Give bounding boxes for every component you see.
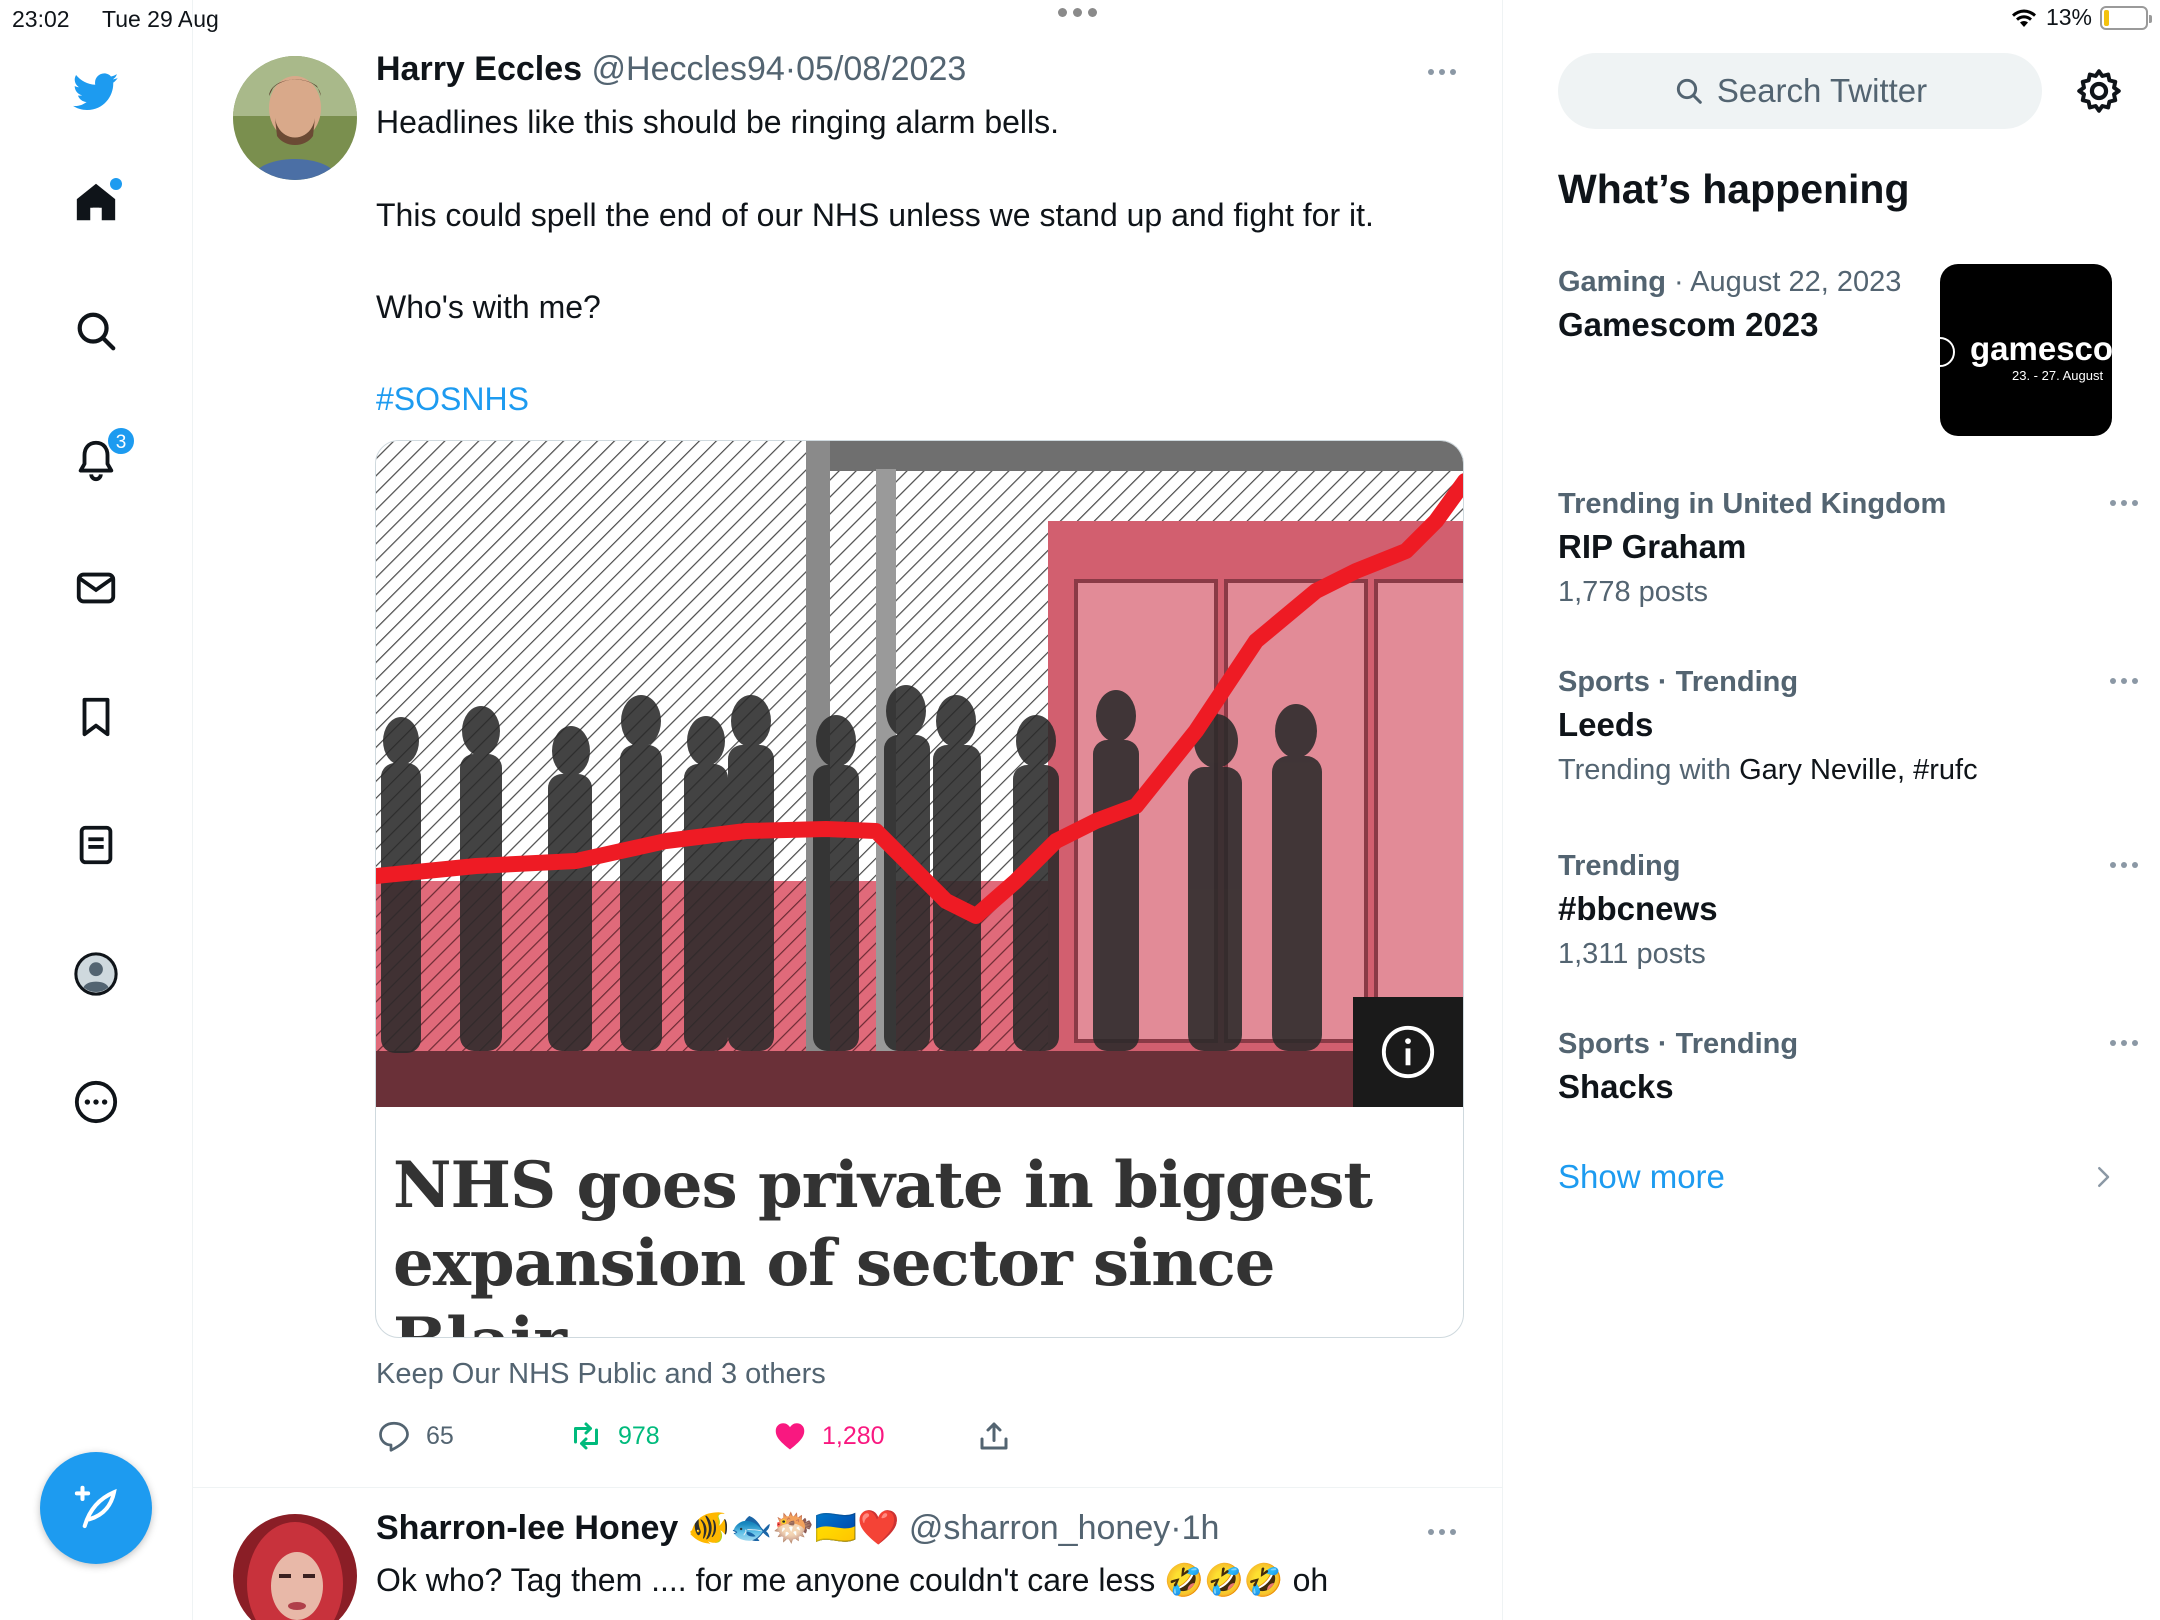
link-card[interactable]: NHS goes private in biggest expansion of…	[375, 440, 1464, 1338]
home-unread-dot	[110, 178, 122, 190]
gamescom-wordmark: gamesco	[1970, 330, 2112, 367]
tweet-actions: 65 978 1,280	[376, 1418, 1076, 1458]
lists-icon	[79, 825, 113, 865]
tweet[interactable]: Sharron-lee Honey 🐠🐟🐡🇺🇦❤️ @sharron_honey…	[193, 1488, 1503, 1620]
trend-category: Sports · Trending	[1558, 666, 1799, 698]
trend-more-menu[interactable]	[2110, 862, 2138, 868]
right-sidebar: Search Twitter What’s happening Gaming ·…	[1504, 0, 2160, 1620]
trend-category: Sports · Trending	[1558, 1028, 1799, 1060]
tweet-time[interactable]: 1h	[1182, 1509, 1220, 1547]
card-headline-line: expansion of sector since Blair	[393, 1226, 1276, 1337]
tweet-author-avatar[interactable]	[233, 1514, 357, 1620]
tweet-author-handle[interactable]: @Heccles94	[592, 50, 785, 88]
card-headline: NHS goes private in biggest expansion of…	[393, 1147, 1453, 1337]
trend-category: Trending	[1558, 850, 1681, 882]
tweet-more-menu[interactable]	[1428, 69, 1456, 75]
tweet-author-avatar[interactable]	[233, 56, 357, 180]
tweet-text-line: Headlines like this should be ringing al…	[376, 104, 1060, 140]
whats-happening-title: What’s happening	[1558, 166, 1910, 212]
tweet-text: Ok who? Tag them .... for me anyone coul…	[376, 1562, 1329, 1598]
trend-thumbnail[interactable]: gamesco 23. - 27. August	[1940, 264, 2112, 436]
search-twitter-field[interactable]: Search Twitter	[1558, 53, 2042, 129]
nav-home[interactable]	[66, 172, 126, 232]
nav-notifications[interactable]: 3	[66, 426, 136, 490]
trend-item[interactable]: Trending in United Kingdom RIP Graham 1,…	[1558, 484, 2138, 614]
trend-category: Trending in United Kingdom	[1558, 488, 1947, 520]
tweet-author-handle[interactable]: @sharron_honey	[909, 1509, 1170, 1547]
more-circle-icon	[74, 1080, 118, 1124]
trend-item[interactable]: Trending #bbcnews 1,311 posts	[1558, 846, 2138, 976]
trend-more-menu[interactable]	[2110, 1040, 2138, 1046]
card-headline-line: NHS goes private in biggest	[393, 1148, 1373, 1223]
author-emojis: 🐠🐟🐡🇺🇦❤️	[687, 1509, 900, 1547]
bookmark-icon	[82, 697, 110, 737]
notifications-badge: 3	[106, 426, 136, 456]
twitter-bird-icon	[73, 73, 119, 111]
avatar-photo	[233, 1514, 357, 1620]
trend-item[interactable]: Sports · Trending Leeds Trending with Ga…	[1558, 662, 2138, 792]
nav-more[interactable]	[66, 1072, 126, 1132]
reply-button[interactable]: 65	[376, 1418, 454, 1454]
avatar-photo	[233, 56, 357, 180]
search-placeholder: Search Twitter	[1716, 72, 1928, 109]
card-info-button[interactable]	[1353, 997, 1463, 1107]
trend-post-count: 1,778 posts	[1558, 576, 1708, 608]
retweet-count: 978	[618, 1421, 660, 1450]
trend-topic: #bbcnews	[1558, 890, 1718, 927]
tweet-date[interactable]: 05/08/2023	[796, 50, 966, 88]
compose-tweet-button[interactable]	[40, 1452, 152, 1564]
left-navigation: 3	[0, 0, 193, 1620]
like-count: 1,280	[822, 1421, 885, 1450]
trend-item[interactable]: Sports · Trending Shacks	[1558, 1024, 2138, 1110]
tweet-text-line: Who's with me?	[376, 289, 601, 325]
settings-gear-icon[interactable]	[2074, 66, 2124, 116]
tweet-text-line: This could spell the end of our NHS unle…	[376, 197, 1374, 233]
timeline: Harry Eccles @Heccles94·05/08/2023 Headl…	[193, 0, 1503, 1620]
reply-icon	[379, 1421, 409, 1452]
meta-separator: ·	[1170, 1509, 1182, 1547]
profile-avatar-icon	[74, 952, 118, 996]
retweet-icon	[574, 1422, 598, 1450]
gamescom-dates: 23. - 27. August	[2012, 368, 2104, 383]
tweet-hashtag-link[interactable]: #SOSNHS	[376, 376, 529, 422]
tweet-more-menu[interactable]	[1428, 1529, 1456, 1535]
tweet-author-name[interactable]: Sharron-lee Honey	[376, 1509, 678, 1547]
trend-topic: RIP Graham	[1558, 528, 1747, 565]
reply-count: 65	[426, 1421, 454, 1450]
meta-separator: ·	[784, 50, 797, 88]
nav-lists[interactable]	[66, 815, 126, 875]
trend-topic: Shacks	[1558, 1068, 1674, 1105]
like-button[interactable]: 1,280	[772, 1418, 885, 1454]
compose-feather-icon	[74, 1485, 117, 1529]
nav-profile[interactable]	[66, 944, 126, 1004]
show-more-link[interactable]: Show more	[1558, 1158, 1725, 1196]
share-icon	[980, 1422, 1008, 1450]
trend-topic: Leeds	[1558, 706, 1654, 743]
chevron-right-icon[interactable]	[2088, 1162, 2118, 1192]
trend-post-count: 1,311 posts	[1558, 938, 1706, 970]
mail-icon	[76, 572, 116, 604]
search-icon	[77, 312, 116, 351]
trend-related: Trending with Gary Neville, #rufc	[1558, 754, 1978, 786]
tweet[interactable]: Harry Eccles @Heccles94·05/08/2023 Headl…	[193, 0, 1503, 1487]
trend-more-menu[interactable]	[2110, 678, 2138, 684]
twitter-logo-icon[interactable]	[66, 62, 126, 122]
trend-more-menu[interactable]	[2110, 500, 2138, 506]
tweet-header: Sharron-lee Honey 🐠🐟🐡🇺🇦❤️ @sharron_honey…	[376, 1508, 1219, 1548]
tweet-author-name[interactable]: Harry Eccles	[376, 50, 582, 88]
share-button[interactable]	[976, 1418, 1012, 1454]
nav-messages[interactable]	[66, 558, 126, 618]
info-icon	[1381, 1025, 1435, 1079]
nav-bookmarks[interactable]	[66, 687, 126, 747]
search-icon	[1676, 78, 1702, 104]
tweet-header: Harry Eccles @Heccles94·05/08/2023	[376, 50, 966, 89]
heart-filled-icon	[775, 1423, 805, 1450]
social-context[interactable]: Keep Our NHS Public and 3 others	[376, 1358, 826, 1391]
retweet-button[interactable]: 978	[568, 1418, 660, 1454]
card-image	[376, 441, 1463, 1107]
nav-explore[interactable]	[66, 301, 126, 361]
